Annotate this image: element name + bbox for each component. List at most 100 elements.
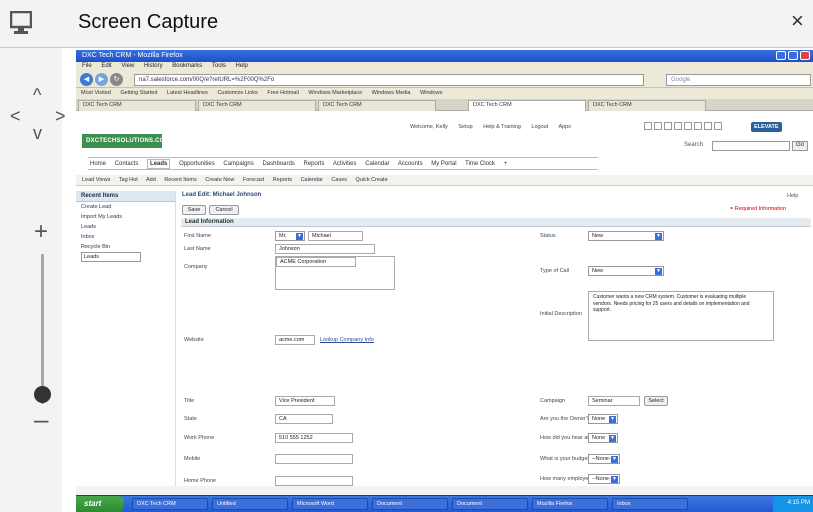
toolbar-item[interactable]: Quick Create xyxy=(356,177,388,183)
first-name-input[interactable]: Michael xyxy=(308,231,363,241)
toolbar-item[interactable]: Add xyxy=(146,177,156,183)
back-icon[interactable]: ◀ xyxy=(80,73,93,86)
browser-tab[interactable]: DXC Tech CRM xyxy=(198,100,316,111)
apps-menu[interactable]: Apps xyxy=(558,124,571,130)
forward-icon[interactable]: ▶ xyxy=(95,73,108,86)
tab-campaigns[interactable]: Campaigns xyxy=(223,161,253,167)
tab-home[interactable]: Home xyxy=(90,161,106,167)
elevate-badge[interactable]: ELEVATE xyxy=(751,122,782,132)
save-button[interactable]: Save xyxy=(182,205,206,215)
bookmark-item[interactable]: Most Visited xyxy=(81,90,111,96)
menu-history[interactable]: History xyxy=(144,63,163,69)
bookmark-item[interactable]: Customize Links xyxy=(217,90,257,96)
sidebar-item-create-lead[interactable]: Create Lead xyxy=(76,202,175,212)
maximize-icon[interactable] xyxy=(788,51,798,60)
zoom-slider-track[interactable] xyxy=(41,254,44,404)
menu-edit[interactable]: Edit xyxy=(101,63,111,69)
bookmark-item[interactable]: Windows Media xyxy=(372,90,411,96)
toolbar-item[interactable]: Calendar xyxy=(301,177,323,183)
taskbar-item[interactable]: Inbox xyxy=(612,498,688,510)
setup-link[interactable]: Setup xyxy=(458,124,472,130)
zoom-in-button[interactable]: + xyxy=(34,218,48,246)
tab-leads[interactable]: Leads xyxy=(147,159,171,169)
bookmark-item[interactable]: Windows Marketplace xyxy=(308,90,362,96)
menu-tools[interactable]: Tools xyxy=(212,63,226,69)
tab-activities[interactable]: Activities xyxy=(333,161,357,167)
tab-add[interactable]: + xyxy=(504,161,508,167)
home-phone-input[interactable] xyxy=(275,476,353,486)
lookup-company-link[interactable]: Lookup Company Info xyxy=(320,337,374,343)
source-select[interactable]: None ▼ xyxy=(588,433,618,443)
website-input[interactable]: acme.com xyxy=(275,335,315,345)
toolbar-item[interactable]: Tag Hot xyxy=(119,177,138,183)
browser-tab[interactable]: DXC Tech CRM xyxy=(588,100,706,111)
tab-accounts[interactable]: Accounts xyxy=(398,161,423,167)
description-textarea[interactable]: Customer wants a new CRM system. Custome… xyxy=(588,291,774,341)
reload-icon[interactable]: ↻ xyxy=(110,73,123,86)
browser-search-input[interactable]: Google xyxy=(666,74,811,86)
tab-opportunities[interactable]: Opportunities xyxy=(179,161,215,167)
taskbar-item[interactable]: Mozilla Firefox xyxy=(532,498,608,510)
minimize-icon[interactable] xyxy=(776,51,786,60)
toolbar-item[interactable]: Cases xyxy=(331,177,347,183)
taskbar-item[interactable]: Untitled xyxy=(212,498,288,510)
status-select[interactable]: New ▼ xyxy=(588,231,664,241)
taskbar-item[interactable]: DXC Tech CRM xyxy=(132,498,208,510)
toolbar-item[interactable]: Create New xyxy=(205,177,234,183)
title-input[interactable]: Vice President xyxy=(275,396,335,406)
taskbar-item[interactable]: Document xyxy=(372,498,448,510)
app-switcher-icons[interactable] xyxy=(644,122,724,132)
pan-up-button[interactable]: ^ xyxy=(33,86,41,104)
browser-tab-active[interactable]: DXC Tech CRM xyxy=(468,100,586,111)
menu-view[interactable]: View xyxy=(121,63,134,69)
sidebar-item-import-leads[interactable]: Import My Leads xyxy=(76,212,175,222)
sidebar-item-inbox[interactable]: Inbox xyxy=(76,232,175,242)
owner-select[interactable]: None ▼ xyxy=(588,414,618,424)
company-input[interactable]: ACME Corporation xyxy=(276,257,356,267)
menu-file[interactable]: File xyxy=(82,63,92,69)
last-name-input[interactable]: Johnson xyxy=(275,244,375,254)
browser-tab[interactable]: DXC Tech CRM xyxy=(318,100,436,111)
bookmark-item[interactable]: Free Hotmail xyxy=(267,90,298,96)
bookmark-item[interactable]: Windows xyxy=(420,90,442,96)
tab-dashboards[interactable]: Dashboards xyxy=(262,161,294,167)
tab-time-clock[interactable]: Time Clock xyxy=(465,161,495,167)
bookmark-item[interactable]: Latest Headlines xyxy=(167,90,208,96)
close-button[interactable]: × xyxy=(791,10,804,32)
zoom-slider-handle[interactable] xyxy=(34,386,51,403)
salutation-select[interactable]: Mr. ▼ xyxy=(275,231,305,241)
type-select[interactable]: New ▼ xyxy=(588,266,664,276)
global-search-input[interactable] xyxy=(712,141,790,151)
start-button[interactable]: start xyxy=(76,496,124,512)
tab-reports[interactable]: Reports xyxy=(303,161,324,167)
work-phone-input[interactable]: 510 555 1252 xyxy=(275,433,353,443)
address-bar[interactable]: na7.salesforce.com/00Q/e?retURL=%2F00Q%2… xyxy=(134,74,644,86)
tab-contacts[interactable]: Contacts xyxy=(115,161,139,167)
help-link[interactable]: Help xyxy=(787,193,798,199)
toolbar-item[interactable]: Lead Views xyxy=(82,177,110,183)
mobile-input[interactable] xyxy=(275,454,353,464)
menu-bookmarks[interactable]: Bookmarks xyxy=(172,63,202,69)
pan-right-button[interactable]: > xyxy=(55,107,66,125)
tab-calendar[interactable]: Calendar xyxy=(365,161,389,167)
pan-down-button[interactable]: v xyxy=(33,124,42,142)
menu-help[interactable]: Help xyxy=(236,63,248,69)
campaign-input[interactable]: Seminar xyxy=(588,396,640,406)
toolbar-item[interactable]: Recent Items xyxy=(164,177,196,183)
taskbar-item[interactable]: Document xyxy=(452,498,528,510)
browser-close-icon[interactable] xyxy=(800,51,810,60)
global-search-go-button[interactable]: Go xyxy=(792,141,808,151)
sidebar-select[interactable]: Leads xyxy=(81,252,141,262)
sidebar-item-leads[interactable]: Leads xyxy=(76,222,175,232)
browser-tab[interactable]: DXC Tech CRM xyxy=(78,100,196,111)
toolbar-item[interactable]: Forecast xyxy=(243,177,264,183)
toolbar-item[interactable]: Reports xyxy=(273,177,292,183)
cancel-button[interactable]: Cancel xyxy=(209,205,239,215)
bookmark-item[interactable]: Getting Started xyxy=(120,90,157,96)
zoom-out-button[interactable]: – xyxy=(34,404,48,435)
taskbar-item[interactable]: Microsoft Word xyxy=(292,498,368,510)
campaign-select-button[interactable]: Select xyxy=(644,396,668,406)
help-training-link[interactable]: Help & Training xyxy=(483,124,521,130)
pan-left-button[interactable]: < xyxy=(10,107,21,125)
logout-link[interactable]: Logout xyxy=(531,124,548,130)
